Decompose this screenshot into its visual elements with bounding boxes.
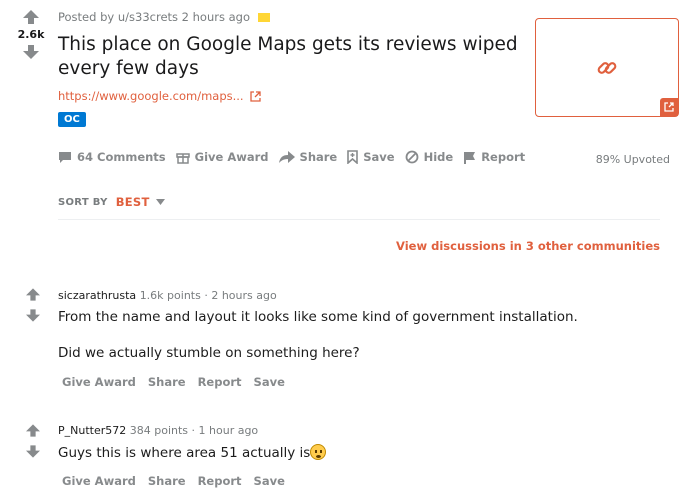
comment-give-award-button[interactable]: Give Award [62,474,136,488]
comment-meta: P_Nutter572 384 points · 1 hour ago [58,424,258,437]
comment-time: · 1 hour ago [191,424,259,437]
divider [58,219,660,220]
upvote-icon[interactable] [23,10,39,24]
comment-share-button[interactable]: Share [148,474,186,488]
link-thumbnail[interactable] [535,18,679,117]
oc-flair: OC [58,112,86,127]
comment-report-button[interactable]: Report [198,474,242,488]
comment-body-line2: Did we actually stumble on something her… [58,345,360,361]
chevron-down-icon [155,199,165,205]
share-button[interactable]: Share [278,150,338,164]
comment-save-button[interactable]: Save [254,474,285,488]
gift-icon [175,153,190,164]
hide-label: Hide [423,150,454,164]
post-score: 2.6k [17,28,45,41]
flag-icon [464,151,476,164]
sort-label: SORT BY [58,196,108,208]
comment-body-text: Guys this is where area 51 actually is [58,445,311,461]
comments-label: 64 Comments [77,150,166,164]
post-title[interactable]: This place on Google Maps gets its revie… [58,33,528,81]
sort-value: BEST [115,195,150,209]
post-link-text[interactable]: https://www.google.com/maps... [58,89,244,103]
report-button[interactable]: Report [463,150,525,164]
save-label: Save [363,150,395,164]
share-label: Share [299,150,338,164]
share-icon [278,151,295,163]
upvote-icon[interactable] [26,424,40,437]
comment-body: Guys this is where area 51 actually is [58,444,327,461]
post-meta: Posted by u/s33crets 2 hours ago [58,10,271,24]
downvote-icon[interactable] [23,45,39,59]
chain-link-icon [597,62,617,74]
comment-meta: siczarathrusta 1.6k points · 2 hours ago [58,289,277,302]
comment-author[interactable]: P_Nutter572 [58,424,126,437]
post-vote-column: 2.6k [14,10,48,59]
award-tag-icon [258,12,271,22]
bookmark-icon [347,150,359,164]
save-button[interactable]: Save [347,150,395,164]
upvote-icon[interactable] [26,288,40,301]
give-award-button[interactable]: Give Award [175,150,269,164]
report-label: Report [481,150,526,164]
comment-author[interactable]: siczarathrusta [58,289,136,302]
sort-dropdown[interactable]: BEST [116,195,165,209]
upvote-ratio: 89% Upvoted [595,153,670,166]
post-meta-text: Posted by u/s33crets 2 hours ago [58,10,251,24]
comment-give-award-button[interactable]: Give Award [62,375,136,389]
open-link-icon[interactable] [660,98,678,116]
comment-vote-column [26,424,40,466]
downvote-icon[interactable] [26,445,40,458]
comment-body-line1: From the name and layout it looks like s… [58,309,578,325]
sort-bar: SORT BY BEST [58,195,165,209]
comments-button[interactable]: 64 Comments [58,150,166,164]
comment-share-button[interactable]: Share [148,375,186,389]
comment-vote-column [26,288,40,330]
comment-points: 384 points [129,424,189,437]
comment-points: 1.6k points [139,289,201,302]
downvote-icon[interactable] [26,309,40,322]
comment-actions: Give Award Share Report Save [62,474,285,488]
comment-icon [59,151,71,163]
post-actions: 64 Comments Give Award Share Save Hide R… [58,150,525,164]
hide-icon [405,150,418,164]
comment-actions: Give Award Share Report Save [62,375,285,389]
flushed-emoji-icon [310,444,327,460]
comment-save-button[interactable]: Save [254,375,285,389]
post-link[interactable]: https://www.google.com/maps... [58,89,261,103]
other-discussions-link[interactable]: View discussions in 3 other communities [396,239,660,253]
comment-time: · 2 hours ago [204,289,277,302]
hide-button[interactable]: Hide [405,150,454,164]
give-award-label: Give Award [194,150,269,164]
comment-report-button[interactable]: Report [198,375,242,389]
external-link-icon [249,90,261,102]
